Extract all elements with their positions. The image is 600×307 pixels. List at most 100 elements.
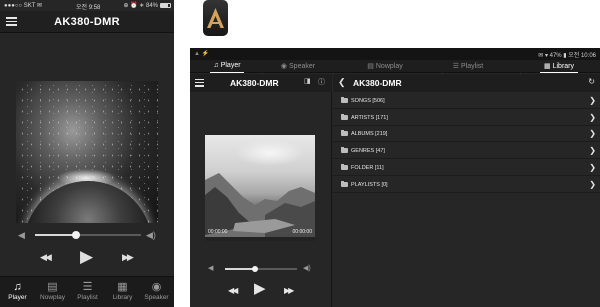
phone-status-bar: ●●●○○ SKT ✉ 오전 9:58 ⊕ ⏰ ∗ 84% [0,0,174,11]
volume-low-icon[interactable]: ◀ [18,230,28,240]
nowplay-icon: ▤ [47,281,58,293]
volume-slider-fill [35,234,77,236]
tab-label: Nowplay [40,294,65,301]
library-header: ❮ AK380-DMR ↻ [333,74,600,92]
previous-track-icon[interactable]: ◀◀ [40,252,52,263]
battery-icon [160,3,171,8]
library-icon: ▦ [543,63,551,70]
chevron-right-icon: ❯ [589,112,596,122]
chevron-right-icon: ❯ [589,96,596,105]
volume-slider-knob[interactable] [252,266,259,272]
folder-icon [341,130,348,137]
library-row-label: ALBUMS [219] [351,131,388,138]
status-indicators: ✉ ▾ 47% ▮ 오전 10:06 [538,53,596,59]
tab-speaker[interactable]: ◉ Speaker [139,280,174,301]
tablet-app: ▲ ⚡ ✉ ▾ 47% ▮ 오전 10:06 ♫ Player ◉ Speaker … [190,48,600,307]
tab-label: Library [112,294,133,301]
device-title: AK380-DMR [54,16,120,28]
speaker-icon: ◉ [280,63,288,70]
library-pane: ❮ AK380-DMR ↻ SONGS [506] ❯ ARTISTS [171] ❯… [333,74,600,307]
library-row[interactable]: SONGS [506] ❯ [333,94,600,109]
folder-icon [341,113,348,120]
volume-high-icon[interactable]: ◀) [303,264,311,272]
next-track-icon[interactable]: ▶▶ [122,252,134,263]
tab-label: Speaker [289,63,316,70]
volume-low-icon[interactable]: ◀ [208,264,213,272]
tab-label: Nowplay [375,63,403,70]
nowplay-icon: ▤ [367,63,374,70]
library-row-label: FOLDER [11] [351,164,384,171]
volume-slider[interactable] [35,231,141,239]
library-row-label: GENRES [47] [351,148,385,155]
tab-label: Player [220,62,241,69]
tab-label: Speaker [144,294,169,301]
album-art: 00:00:00 00:00:00 [205,135,315,241]
speaker-icon: ◉ [151,281,162,293]
tab-label: Player [8,294,27,301]
tablet-tab-bar: ♫ Player ◉ Speaker ▤ Nowplay ☰ Playlist ▦ Lib… [190,60,600,84]
player-header: AK380-DMR ◨ ⓘ [190,74,332,92]
info-icon[interactable]: ⓘ [318,77,325,87]
volume-slider-knob[interactable] [72,231,81,239]
screenshot-root: ●●●○○ SKT ✉ 오전 9:58 ⊕ ⏰ ∗ 84% AK380-DMR … [0,0,600,307]
status-time: 오전 9:58 [76,5,101,11]
app-logo [203,0,228,36]
refresh-icon[interactable]: ↻ [588,77,595,86]
player-pane: AK380-DMR ◨ ⓘ 00:00:00 00:00:00 ◀ ◀) ◀◀ … [190,74,332,307]
folder-icon [341,147,348,154]
library-row[interactable]: GENRES [47] ❯ [333,144,600,160]
library-row-label: PLAYLISTS [0] [351,181,388,188]
output-icon[interactable]: ◨ [304,77,311,85]
total-time: 00:00:00 [292,229,312,235]
music-note-icon: ♫ [13,281,22,293]
chevron-right-icon: ❯ [589,162,596,172]
mountain-landscape [205,173,315,241]
playlist-icon: ☰ [82,281,93,293]
folder-icon [341,163,348,170]
folder-icon [341,180,348,187]
tab-label: Playlist [461,63,484,70]
tab-library[interactable]: ▦ Library [105,280,140,301]
volume-control: ◀ ◀) [18,229,158,241]
library-row[interactable]: ALBUMS [219] ❯ [333,127,600,143]
volume-control: ◀ ◀) [208,264,316,274]
tab-playlist[interactable]: ☰ Playlist [70,280,105,301]
chevron-right-icon: ❯ [589,179,596,189]
tab-player[interactable]: ♫ Player [0,280,35,301]
tab-label: Library [552,63,575,70]
tab-library[interactable]: ▦ Library [540,62,578,73]
phone-tab-bar: ♫ Player ▤ Nowplay ☰ Playlist ▦ Library … [0,276,174,307]
tab-speaker[interactable]: ◉ Speaker [278,62,318,72]
music-note-icon: ♫ [213,62,219,69]
volume-high-icon[interactable]: ◀) [146,230,156,240]
tab-nowplay[interactable]: ▤ Nowplay [363,62,407,72]
hamburger-menu-icon[interactable] [195,79,204,87]
next-track-icon[interactable]: ▶▶ [284,286,294,295]
library-row[interactable]: ARTISTS [171] ❯ [333,111,600,126]
library-title: AK380-DMR [353,78,402,88]
astell-logo-icon [207,8,224,28]
tab-nowplay[interactable]: ▤ Nowplay [35,280,70,301]
play-icon[interactable]: ▶ [254,279,266,297]
album-art [16,81,158,223]
previous-track-icon[interactable]: ◀◀ [228,286,238,295]
library-row[interactable]: PLAYLISTS [0] ❯ [333,178,600,193]
elapsed-time: 00:00:00 [208,229,228,235]
tab-player[interactable]: ♫ Player [210,62,244,73]
volume-slider[interactable] [225,266,297,272]
tab-playlist[interactable]: ☰ Playlist [448,62,488,72]
status-notifications: ▲ ⚡ [194,51,210,57]
carrier-label: ●●●○○ SKT ✉ [4,3,43,9]
tablet-status-bar: ▲ ⚡ ✉ ▾ 47% ▮ 오전 10:06 [190,48,600,60]
volume-slider-fill [225,268,256,270]
library-row-label: ARTISTS [171] [351,114,388,121]
library-row-label: SONGS [506] [351,98,385,104]
tab-label: Playlist [77,294,98,301]
playlist-icon: ☰ [452,63,460,70]
library-row[interactable]: FOLDER [11] ❯ [333,161,600,176]
folder-icon [341,97,348,103]
status-indicators: ⊕ ⏰ ∗ 84% [123,3,158,9]
seek-bar[interactable] [205,237,315,241]
back-arrow-icon[interactable]: ❮ [338,77,346,88]
play-icon[interactable]: ▶ [80,247,93,267]
